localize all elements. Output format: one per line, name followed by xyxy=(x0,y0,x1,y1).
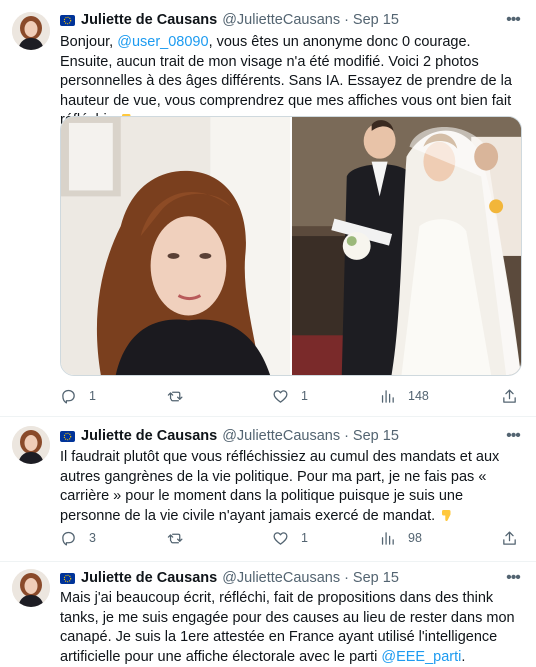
separator-dot: · xyxy=(344,570,349,586)
views-icon xyxy=(381,389,394,403)
tweet-header: Juliette de Causans @JulietteCausans · S… xyxy=(60,568,399,588)
like-count: 1 xyxy=(301,531,308,545)
author-handle[interactable]: @JulietteCausans xyxy=(222,12,340,28)
retweet-button[interactable] xyxy=(167,528,196,548)
timestamp[interactable]: Sep 15 xyxy=(353,12,399,28)
reply-button[interactable]: 3 xyxy=(60,528,96,548)
retweet-icon xyxy=(167,533,183,543)
author-name[interactable]: Juliette de Causans xyxy=(81,12,217,28)
tweet-header: Juliette de Causans @JulietteCausans · S… xyxy=(60,426,399,446)
separator-dot: · xyxy=(344,12,349,28)
photo-wedding[interactable] xyxy=(292,117,521,375)
photo-portrait[interactable] xyxy=(61,117,290,375)
share-button[interactable] xyxy=(501,528,518,548)
user-mention-link[interactable]: @user_08090 xyxy=(117,34,208,50)
reply-icon xyxy=(62,389,75,404)
eu-flag-icon xyxy=(60,572,75,584)
share-button[interactable] xyxy=(501,386,518,406)
retweet-icon xyxy=(167,391,183,401)
separator-dot: · xyxy=(344,428,349,444)
tweet-text: Il faudrait plutôt que vous réfléchissie… xyxy=(60,448,526,526)
tweet-actions: 1 1 148 xyxy=(60,386,526,406)
timestamp[interactable]: Sep 15 xyxy=(353,428,399,444)
eu-flag-icon xyxy=(60,430,75,442)
more-icon[interactable]: ••• xyxy=(504,569,522,587)
media-gallery[interactable] xyxy=(60,116,522,376)
reply-count: 1 xyxy=(89,389,96,403)
text-segment: . xyxy=(461,648,466,665)
reply-count: 3 xyxy=(89,531,96,545)
tweet[interactable]: Juliette de Causans @JulietteCausans · S… xyxy=(0,562,536,667)
views-button[interactable]: 148 xyxy=(379,386,429,406)
author-handle[interactable]: @JulietteCausans xyxy=(222,570,340,586)
like-count: 1 xyxy=(301,389,308,403)
views-icon xyxy=(381,531,394,545)
retweet-button[interactable] xyxy=(167,386,196,406)
tweet-actions: 3 1 98 xyxy=(60,528,526,548)
text-segment: Il faudrait plutôt que vous réfléchissie… xyxy=(60,449,500,524)
avatar[interactable] xyxy=(12,569,50,607)
heart-icon xyxy=(273,389,288,403)
tweet-text: Mais j'ai beaucoup écrit, réfléchi, fait… xyxy=(60,589,526,667)
more-icon[interactable]: ••• xyxy=(504,11,522,29)
author-name[interactable]: Juliette de Causans xyxy=(81,570,217,586)
backhand-index-pointing-down-emoji xyxy=(442,509,451,521)
tweet[interactable]: Juliette de Causans @JulietteCausans · S… xyxy=(0,0,536,416)
like-button[interactable]: 1 xyxy=(272,528,308,548)
tweet[interactable]: Juliette de Causans @JulietteCausans · S… xyxy=(0,417,536,561)
like-button[interactable]: 1 xyxy=(272,386,308,406)
heart-icon xyxy=(273,531,288,545)
avatar[interactable] xyxy=(12,12,50,50)
share-icon xyxy=(503,530,516,545)
author-name[interactable]: Juliette de Causans xyxy=(81,428,217,444)
author-handle[interactable]: @JulietteCausans xyxy=(222,428,340,444)
eu-flag-icon xyxy=(60,14,75,26)
share-icon xyxy=(503,388,516,403)
text-segment: Bonjour, xyxy=(60,34,118,50)
tweet-header: Juliette de Causans @JulietteCausans · S… xyxy=(60,10,399,30)
views-button[interactable]: 98 xyxy=(379,528,422,548)
reply-button[interactable]: 1 xyxy=(60,386,96,406)
tweet-feed: Juliette de Causans @JulietteCausans · S… xyxy=(0,0,536,667)
reply-icon xyxy=(62,531,75,546)
party-mention-link[interactable]: @EEE_parti xyxy=(381,649,461,665)
views-count: 98 xyxy=(408,531,422,545)
avatar[interactable] xyxy=(12,426,50,464)
views-count: 148 xyxy=(408,389,429,403)
timestamp[interactable]: Sep 15 xyxy=(353,570,399,586)
more-icon[interactable]: ••• xyxy=(504,427,522,445)
